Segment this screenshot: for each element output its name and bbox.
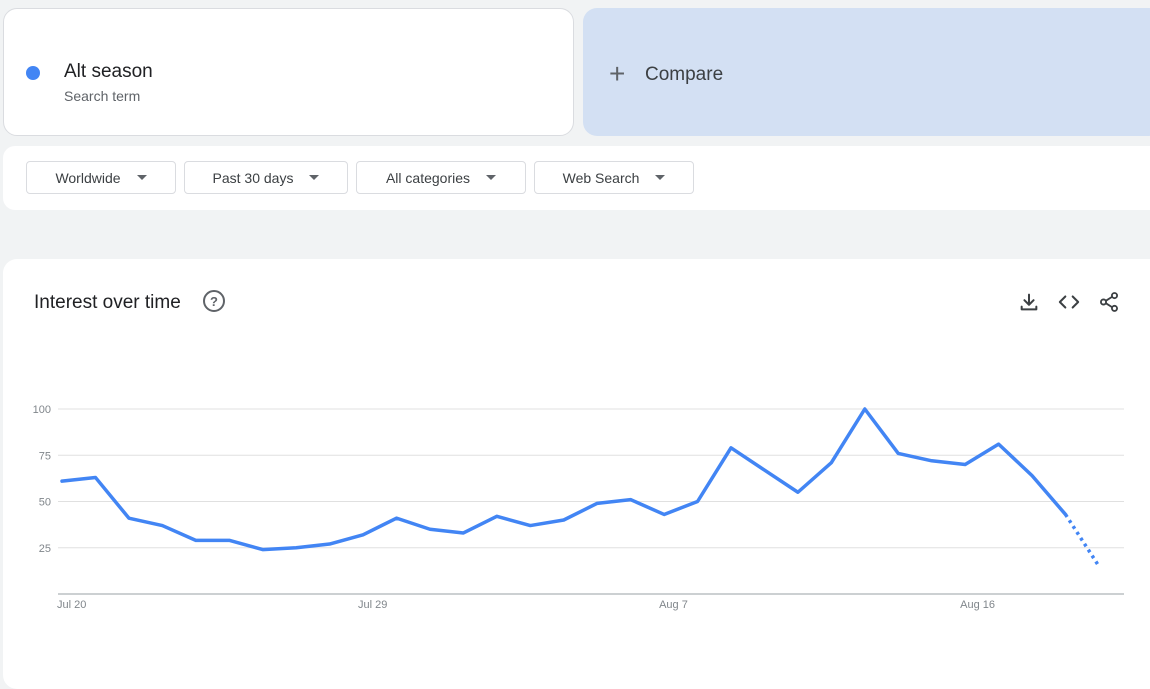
x-tick-label: Jul 20: [57, 599, 86, 611]
filter-category[interactable]: All categories: [356, 161, 526, 194]
filter-region[interactable]: Worldwide: [26, 161, 176, 194]
series-line-partial: [1064, 513, 1101, 568]
series-line: [60, 407, 1068, 552]
caret-down-icon: [136, 175, 147, 180]
y-tick-label: 75: [39, 450, 51, 462]
caret-down-icon: [486, 175, 497, 180]
term-color-dot: [26, 66, 40, 80]
filter-bar: Worldwide Past 30 days All categories We…: [3, 146, 1150, 210]
interest-over-time-card: Interest over time ? 25 50 75 100 Jul 20 Jul …: [3, 259, 1150, 689]
compare-label: Compare: [645, 64, 724, 85]
y-tick-label: 100: [33, 404, 51, 416]
term-name[interactable]: Alt season: [64, 61, 153, 83]
caret-down-icon: [655, 175, 666, 180]
y-tick-label: 25: [39, 543, 51, 555]
interest-line-chart: 25 50 75 100 Jul 20 Jul 29 Aug 7 Aug 16: [33, 404, 1124, 611]
plus-icon: +: [609, 58, 626, 89]
search-term-card[interactable]: Alt season Search term: [3, 8, 574, 136]
filter-search-type[interactable]: Web Search: [534, 161, 694, 194]
filter-category-label: All categories: [385, 169, 471, 186]
x-tick-label: Jul 29: [358, 599, 387, 611]
filter-search-type-label: Web Search: [562, 169, 640, 186]
y-tick-label: 50: [39, 497, 51, 509]
filter-region-label: Worldwide: [55, 169, 121, 186]
caret-down-icon: [309, 175, 320, 180]
filter-time-range[interactable]: Past 30 days: [184, 161, 348, 194]
x-tick-label: Aug 7: [659, 599, 688, 611]
compare-button[interactable]: + Compare: [583, 8, 1150, 136]
filter-time-label: Past 30 days: [212, 169, 294, 186]
x-tick-label: Aug 16: [960, 599, 995, 611]
term-subtitle: Search term: [64, 88, 141, 104]
